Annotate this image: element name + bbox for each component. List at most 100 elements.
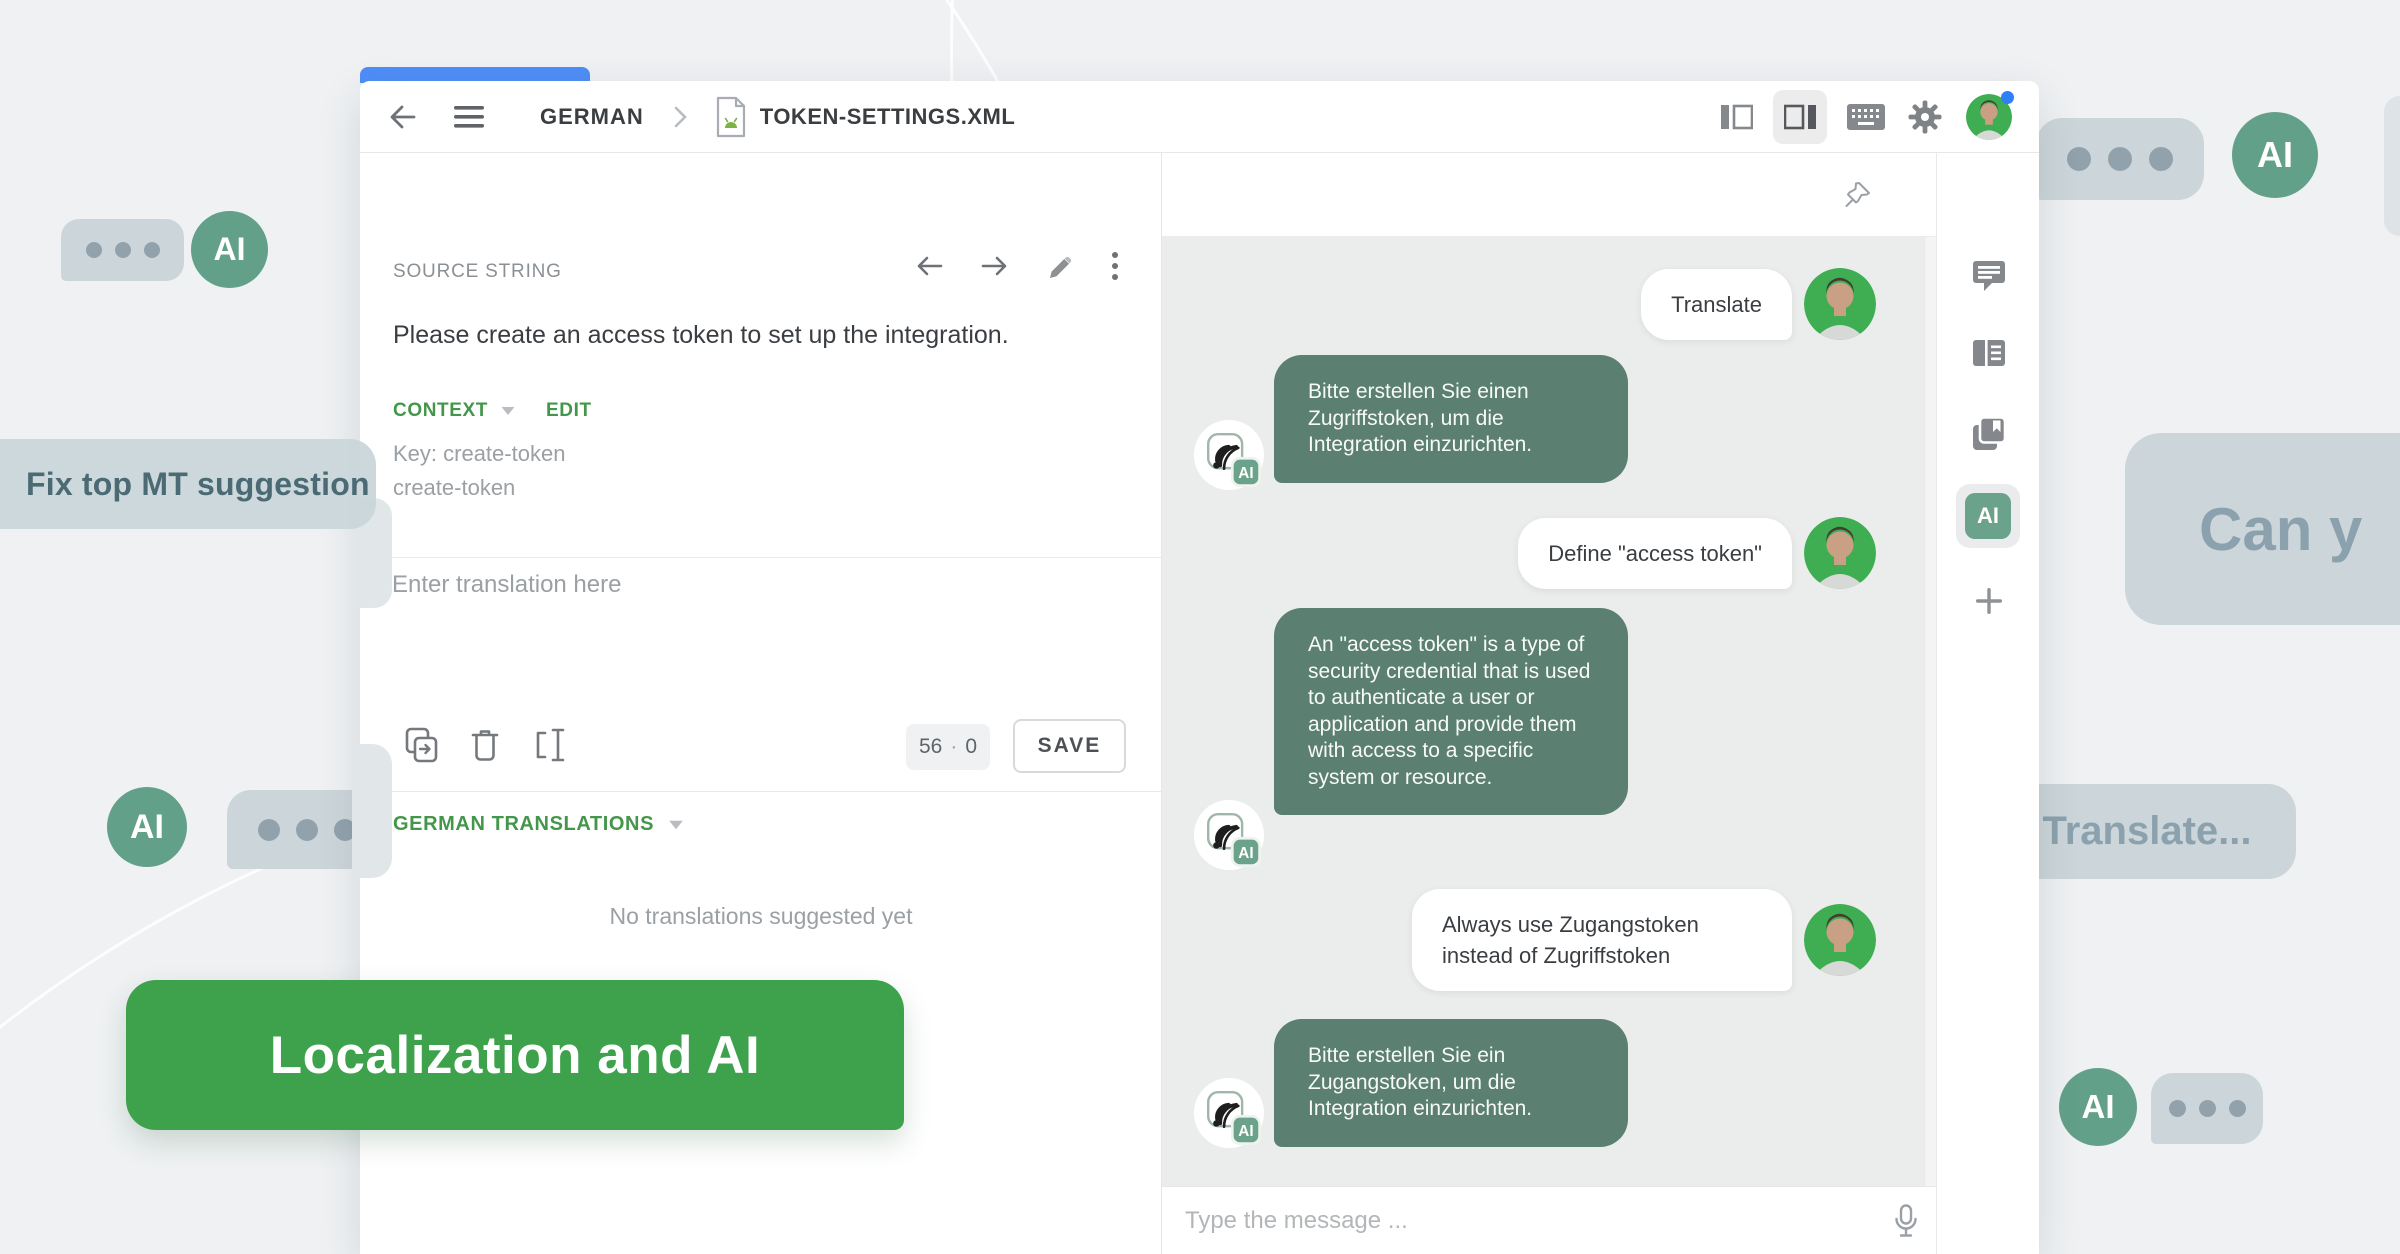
fix-mt-suggestion-bubble: Fix top MT suggestion bbox=[0, 439, 376, 529]
glossary-books-icon bbox=[1971, 416, 2007, 452]
article-icon bbox=[1972, 339, 2006, 367]
breadcrumb-language[interactable]: GERMAN bbox=[540, 104, 644, 130]
source-toolbar bbox=[915, 251, 1119, 281]
select-text-button[interactable] bbox=[532, 725, 570, 765]
translation-input[interactable] bbox=[390, 569, 1132, 701]
add-panel-button[interactable] bbox=[1973, 585, 2005, 617]
xml-file-icon bbox=[714, 96, 748, 138]
translations-section-header[interactable]: GERMAN TRANSLATIONS bbox=[393, 813, 684, 836]
panel-left-toggle[interactable] bbox=[1715, 95, 1759, 139]
next-string-button[interactable] bbox=[981, 254, 1009, 278]
back-arrow-icon bbox=[388, 102, 418, 132]
user-message-bubble: Define "access token" bbox=[1518, 518, 1792, 589]
chat-message-input[interactable] bbox=[1183, 1206, 1876, 1236]
typing-dots-bubble bbox=[2151, 1073, 2263, 1144]
keyboard-shortcuts-button[interactable] bbox=[1843, 95, 1889, 139]
ai-badge-circle: AI bbox=[2232, 112, 2318, 198]
ai-badge-circle: AI bbox=[2059, 1068, 2137, 1146]
trash-icon bbox=[471, 728, 499, 762]
divider bbox=[360, 791, 1161, 792]
previous-string-button[interactable] bbox=[915, 254, 943, 278]
context-edit-link[interactable]: EDIT bbox=[546, 400, 592, 422]
context-label[interactable]: CONTEXT bbox=[393, 400, 488, 422]
translations-collapse-icon[interactable] bbox=[669, 820, 683, 829]
ai-chat-panel: Translate Bitte erstellen Sie einen Zugr… bbox=[1162, 153, 1936, 1254]
arrow-left-icon bbox=[915, 254, 943, 278]
chat-message-user: Define "access token" bbox=[1518, 517, 1876, 589]
chevron-right-icon bbox=[674, 106, 688, 128]
chat-message-user: Translate bbox=[1641, 268, 1876, 340]
ai-message-bubble: Bitte erstellen Sie ein Zugangstoken, um… bbox=[1274, 1019, 1628, 1147]
right-sidebar: AI bbox=[1936, 153, 2039, 1254]
source-string-label: SOURCE STRING bbox=[393, 261, 562, 283]
banner-text: Localization and AI bbox=[270, 1025, 760, 1086]
translations-empty-text: No translations suggested yet bbox=[360, 903, 1162, 930]
context-row: CONTEXT EDIT bbox=[393, 400, 592, 422]
page-background: AI AI AI Can y Translate... AI GERMAN bbox=[0, 0, 2400, 1254]
panel-right-icon bbox=[1784, 104, 1816, 130]
can-you-bubble: Can y bbox=[2125, 433, 2400, 625]
app-header: GERMAN TOKEN-SETTINGS.XML bbox=[360, 81, 2039, 153]
ai-assistant-avatar bbox=[1194, 420, 1264, 490]
translate-ellipsis-text: Translate... bbox=[2043, 809, 2252, 854]
ai-assistant-tab[interactable]: AI bbox=[1956, 484, 2020, 548]
typing-dots-bubble bbox=[2036, 118, 2204, 200]
user-avatar bbox=[1804, 904, 1876, 976]
ai-assistant-avatar bbox=[1194, 1078, 1264, 1148]
fix-mt-suggestion-text: Fix top MT suggestion bbox=[26, 466, 370, 503]
localization-ai-banner: Localization and AI bbox=[126, 980, 904, 1130]
hamburger-icon bbox=[454, 105, 484, 129]
pencil-icon bbox=[1047, 253, 1073, 279]
user-avatar[interactable] bbox=[1965, 93, 2013, 141]
kebab-menu-icon bbox=[1111, 251, 1119, 281]
glossary-tab[interactable] bbox=[1971, 415, 2007, 453]
user-message-bubble: Translate bbox=[1641, 269, 1792, 340]
keyboard-icon bbox=[1847, 104, 1885, 130]
copy-source-icon bbox=[405, 727, 439, 763]
save-button[interactable]: SAVE bbox=[1013, 719, 1126, 773]
user-avatar bbox=[1804, 268, 1876, 340]
ai-assistant-avatar bbox=[1194, 800, 1264, 870]
panel-right-toggle[interactable] bbox=[1773, 90, 1827, 144]
ai-badge-circle: AI bbox=[107, 787, 187, 867]
comments-icon bbox=[1972, 260, 2006, 292]
menu-button[interactable] bbox=[452, 100, 486, 134]
online-status-dot bbox=[2001, 91, 2014, 104]
back-button[interactable] bbox=[386, 100, 420, 134]
panel-left-icon bbox=[1721, 104, 1753, 130]
can-you-text: Can y bbox=[2199, 495, 2362, 564]
voice-input-button[interactable] bbox=[1876, 1191, 1936, 1251]
divider bbox=[360, 557, 1161, 558]
context-value: create-token bbox=[393, 475, 515, 501]
chat-toolbar bbox=[1162, 153, 1936, 237]
text-selection-icon bbox=[533, 727, 569, 763]
context-dropdown-icon[interactable] bbox=[502, 407, 515, 415]
chat-message-user: Always use Zugangstoken instead of Zugri… bbox=[1412, 889, 1876, 991]
typing-dots-bubble bbox=[61, 219, 184, 281]
source-text: Please create an access token to set up … bbox=[393, 321, 1009, 350]
copy-source-button[interactable] bbox=[404, 725, 440, 765]
user-message-bubble: Always use Zugangstoken instead of Zugri… bbox=[1412, 889, 1792, 991]
chat-scrollbar[interactable] bbox=[1924, 237, 1936, 1254]
user-avatar bbox=[1804, 517, 1876, 589]
edit-source-button[interactable] bbox=[1047, 253, 1073, 279]
ai-badge-circle: AI bbox=[191, 211, 268, 288]
pin-icon bbox=[1843, 180, 1873, 210]
settings-button[interactable] bbox=[1903, 95, 1947, 139]
edge-bubble bbox=[2384, 96, 2400, 236]
ai-message-bubble: An "access token" is a type of security … bbox=[1274, 608, 1628, 815]
pin-conversation-button[interactable] bbox=[1842, 179, 1874, 211]
gear-icon bbox=[1908, 100, 1942, 134]
context-info-tab[interactable] bbox=[1971, 338, 2007, 368]
ai-assistant-tab-label: AI bbox=[1965, 493, 2011, 539]
chat-input-bar bbox=[1162, 1186, 1936, 1254]
chat-message-list[interactable]: Translate Bitte erstellen Sie einen Zugr… bbox=[1162, 237, 1936, 1254]
clear-translation-button[interactable] bbox=[468, 725, 502, 765]
microphone-icon bbox=[1893, 1204, 1919, 1238]
comments-tab[interactable] bbox=[1971, 259, 2007, 293]
edge-bubble bbox=[352, 744, 392, 878]
plus-icon bbox=[1974, 586, 2004, 616]
breadcrumb-filename[interactable]: TOKEN-SETTINGS.XML bbox=[760, 104, 1016, 130]
more-options-button[interactable] bbox=[1111, 251, 1119, 281]
context-key: Key: create-token bbox=[393, 441, 565, 467]
